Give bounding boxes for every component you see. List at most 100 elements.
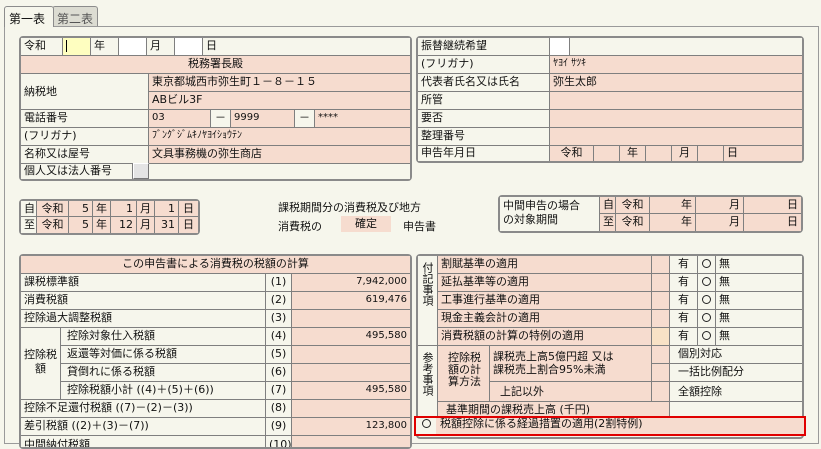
calc-row-2-value[interactable]: 619,476 — [292, 292, 410, 310]
calc-row-7-value[interactable]: 495,580 — [292, 382, 410, 400]
period-from-day: 1 — [155, 201, 179, 217]
note-2-radio[interactable] — [698, 274, 716, 292]
tab-first-sheet[interactable]: 第一表 — [4, 6, 54, 27]
calc-row-10-value[interactable] — [292, 436, 410, 447]
method-condition-1-line2: 課税売上割合95%未満 — [493, 363, 606, 376]
note-4-radio[interactable] — [698, 310, 716, 328]
filing-date-day-label: 日 — [724, 146, 802, 161]
declaration-type[interactable]: 確定 — [341, 216, 391, 232]
phone-dash-1: － — [211, 110, 231, 128]
period-from-month: 1 — [111, 201, 137, 217]
reference-number-field — [550, 128, 802, 146]
note-1-radio[interactable] — [698, 256, 716, 274]
rep-name-input[interactable]: 弥生太郎 — [550, 74, 802, 92]
phone-area-code[interactable]: 03 — [149, 110, 211, 128]
date-era-year-input[interactable] — [63, 38, 91, 56]
calc-row-1-label: 課税標準額 — [21, 274, 266, 292]
note-3-label: 工事進行基準の適用 — [438, 292, 652, 310]
date-year-label: 年 — [91, 38, 119, 56]
interim-to-month: 月 — [696, 214, 744, 231]
radio-icon — [702, 259, 711, 268]
note-5-label: 消費税額の計算の特例の適用 — [438, 328, 652, 346]
note-5-no[interactable]: 無 — [716, 328, 802, 346]
period-to-day: 31 — [155, 217, 179, 233]
need-field — [550, 110, 802, 128]
tax-place-address-line1[interactable]: 東京都城西市弥生町１－８－１５ — [149, 74, 410, 92]
method-gap-3 — [652, 382, 670, 402]
calc-row-8-value[interactable] — [292, 400, 410, 418]
interim-from-era: 令和 — [616, 197, 650, 214]
tax-place-label: 納税地 — [21, 74, 149, 110]
phone-exchange[interactable]: 9999 — [231, 110, 295, 128]
period-to-month: 12 — [111, 217, 137, 233]
corp-number-field[interactable] — [149, 164, 410, 179]
tax-place-address-line2[interactable]: ABビル3F — [149, 92, 410, 110]
calc-row-6-value[interactable] — [292, 364, 410, 382]
representative-panel: 振替継続希望 (フリガナ) ﾔﾖｲ ｻﾂｷ 代表者氏名又は氏名 弥生太郎 所管 … — [416, 36, 804, 163]
date-month-input[interactable] — [119, 38, 147, 56]
note-1-yes[interactable]: 有 — [670, 256, 698, 274]
calc-row-9-label: 差引税額 ((2)＋(3)－(7)) — [21, 418, 266, 436]
method-option-individual[interactable]: 個別対応 — [670, 346, 802, 364]
radio-icon — [702, 295, 711, 304]
calc-row-1-value[interactable]: 7,942,000 — [292, 274, 410, 292]
business-name-input[interactable]: 文具事務機の弥生商店 — [149, 146, 410, 164]
calc-row-4-value[interactable]: 495,580 — [292, 328, 410, 346]
method-option-full[interactable]: 全額控除 — [670, 382, 802, 402]
calc-row-5-value[interactable] — [292, 346, 410, 364]
calc-row-5-label: 返還等対価に係る税額 — [61, 346, 266, 364]
period-title-line3: 申告書 — [403, 220, 436, 233]
corp-number-label: 個人又は法人番号 — [21, 164, 133, 179]
calc-row-4-no: (4) — [266, 328, 292, 346]
calc-row-9-no: (9) — [266, 418, 292, 436]
tab-second-sheet[interactable]: 第二表 — [52, 6, 98, 26]
note-3-gap — [652, 292, 670, 310]
calc-row-10-label: 中間納付税額 — [21, 436, 266, 447]
period-from-year: 5 — [69, 201, 93, 217]
calc-row-3-value[interactable] — [292, 310, 410, 328]
calc-row-9-value[interactable]: 123,800 — [292, 418, 410, 436]
note-5-yes[interactable]: 有 — [670, 328, 698, 346]
filing-date-day-input — [698, 146, 724, 161]
rep-furigana-input[interactable]: ﾔﾖｲ ｻﾂｷ — [550, 56, 802, 74]
period-to-day-unit: 日 — [179, 217, 198, 233]
method-condition-2: 上記以外 — [490, 382, 652, 402]
note-2-no[interactable]: 無 — [716, 274, 802, 292]
period-title-line2: 消費税の — [278, 220, 322, 233]
phone-number[interactable]: **** — [315, 110, 410, 128]
calc-row-2-no: (2) — [266, 292, 292, 310]
note-5-radio[interactable] — [698, 328, 716, 346]
form-sheet: 令和 年 月 日 税務署長殿 納税地 東京都城西市弥生町１－８－１５ ABビル3… — [4, 26, 819, 449]
notes-panel: 付記事項 割賦基準の適用 有 無 延払基準等の適用 有 無 工事進行基準の適用 … — [416, 254, 804, 439]
period-title-line1: 課税期間分の消費税及び地方 — [278, 201, 421, 214]
note-3-no[interactable]: 無 — [716, 292, 802, 310]
transfer-checkbox[interactable] — [550, 38, 570, 56]
note-1-no[interactable]: 無 — [716, 256, 802, 274]
taxpayer-panel: 令和 年 月 日 税務署長殿 納税地 東京都城西市弥生町１－８－１５ ABビル3… — [19, 36, 412, 181]
interim-from-month: 月 — [696, 197, 744, 214]
note-3-radio[interactable] — [698, 292, 716, 310]
filing-date-month-label: 月 — [672, 146, 698, 161]
note-4-label: 現金主義会計の適用 — [438, 310, 652, 328]
period-to-year: 5 — [69, 217, 93, 233]
note-2-yes[interactable]: 有 — [670, 274, 698, 292]
note-4-yes[interactable]: 有 — [670, 310, 698, 328]
interim-to-day: 日 — [744, 214, 801, 231]
furigana-input[interactable]: ﾌﾞﾝｸﾞｼﾞﾑｷﾉﾔﾖｲｼｮｳﾃﾝ — [149, 128, 410, 146]
method-condition-1-line1: 課税売上高5億円超 又は — [493, 350, 614, 363]
note-2-label: 延払基準等の適用 — [438, 274, 652, 292]
note-4-gap — [652, 310, 670, 328]
method-option-proportional[interactable]: 一括比例配分 — [670, 364, 802, 382]
reference-group-text: 参考事項 — [421, 352, 434, 396]
note-4-no[interactable]: 無 — [716, 310, 802, 328]
transfer-blank — [570, 38, 802, 56]
note-5-gap — [652, 328, 670, 346]
period-from-label: 自 — [21, 201, 37, 217]
period-from-year-unit: 年 — [93, 201, 111, 217]
note-3-yes[interactable]: 有 — [670, 292, 698, 310]
deduction-group-label: 控除税額 — [21, 328, 61, 400]
date-day-input[interactable] — [175, 38, 203, 56]
interim-from-label: 自 — [600, 197, 616, 214]
corp-number-button[interactable] — [133, 163, 149, 179]
period-to-year-unit: 年 — [93, 217, 111, 233]
